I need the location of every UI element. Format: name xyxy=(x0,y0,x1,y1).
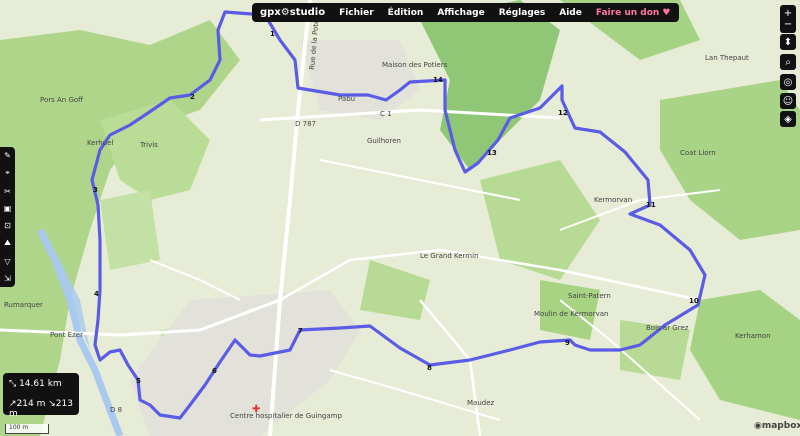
zoom-control: + − xyxy=(780,5,796,33)
elevation-down-icon: ↘ xyxy=(48,399,56,409)
place-label: Bois ar Grez xyxy=(646,324,689,332)
map-canvas[interactable]: Pors An Goff Kerhuel Trivis Rumarquer Po… xyxy=(0,0,800,436)
layers-icon[interactable]: ◈ xyxy=(780,111,796,127)
gear-icon: ⚙ xyxy=(280,7,290,18)
place-label: Kermorvan xyxy=(594,196,632,204)
place-label: Saint-Patern xyxy=(568,292,611,300)
filter-icon[interactable]: ▽ xyxy=(4,257,10,266)
waypoint-label: 1 xyxy=(270,30,275,38)
place-label: Guilhoren xyxy=(367,137,401,145)
crop-icon[interactable]: ⊡ xyxy=(4,221,11,230)
place-label: Coat Liorn xyxy=(680,149,716,157)
elevation-up-icon: ↗ xyxy=(9,399,17,409)
left-toolbar: ✎ ⌖ ✂ ▣ ⊡ ⛰ ▽ ⇲ xyxy=(0,147,15,287)
scale-bar: 100 m xyxy=(5,424,49,434)
menu-edition[interactable]: Édition xyxy=(388,8,424,18)
waypoint-label: 5 xyxy=(136,377,141,385)
waypoint-label: 8 xyxy=(427,364,432,372)
place-label: Pont Ezer xyxy=(50,331,83,339)
place-label: Maison des Potiers xyxy=(382,61,448,69)
track-stats-panel[interactable]: ⤡ 14.61 km ↗214 m ↘213 m xyxy=(3,373,79,419)
place-label: Moulin de Kermorvan xyxy=(534,310,608,318)
waypoint-label: 6 xyxy=(212,367,217,375)
street-view-icon[interactable]: ☺ xyxy=(780,93,796,109)
waypoint-label: 13 xyxy=(487,149,497,157)
distance-icon: ⤡ xyxy=(9,379,17,389)
place-label: Pors An Goff xyxy=(40,96,83,104)
place-label: Lan Thepaut xyxy=(705,54,749,62)
place-label: Kerhuel xyxy=(87,139,113,147)
place-label: Kerhamon xyxy=(735,332,771,340)
app-logo[interactable]: gpx⚙studio xyxy=(260,7,325,18)
waypoint-label: 7 xyxy=(298,327,303,335)
search-icon[interactable]: ⌕ xyxy=(780,54,796,70)
distance-value: 14.61 km xyxy=(19,379,62,389)
route-icon[interactable]: ⛰ xyxy=(4,238,11,248)
mapbox-logo[interactable]: ◉mapbox xyxy=(754,421,800,431)
waypoint-label: 4 xyxy=(94,290,99,298)
donate-button[interactable]: Faire un don ♥ xyxy=(596,8,671,18)
place-label: Rumarquer xyxy=(4,301,43,309)
cut-icon[interactable]: ✂ xyxy=(4,187,11,196)
place-label: Le Grand Kermin xyxy=(420,252,479,260)
waypoint-label: 10 xyxy=(689,297,699,305)
road-label: D 8 xyxy=(110,406,122,414)
waypoint-label: 14 xyxy=(433,76,443,84)
extract-icon[interactable]: ⇲ xyxy=(4,274,11,283)
edit-icon[interactable]: ✎ xyxy=(4,151,11,160)
zoom-out-icon[interactable]: − xyxy=(784,19,792,30)
menu-reglages[interactable]: Réglages xyxy=(499,8,546,18)
place-label: Trivis xyxy=(139,141,158,149)
waypoint-label: 2 xyxy=(190,93,195,101)
hospital-icon: ✚ xyxy=(252,404,260,415)
poi-icon[interactable]: ⌖ xyxy=(5,168,10,178)
mapbox-logo-icon: ◉ xyxy=(754,421,762,431)
road-label: C 1 xyxy=(380,110,392,118)
place-label: Centre hospitalier de Guingamp xyxy=(230,412,342,420)
menu-bar: gpx⚙studio Fichier Édition Affichage Rég… xyxy=(252,3,679,22)
elevation-up-value: 214 m xyxy=(16,399,46,409)
waypoint-label: 12 xyxy=(558,109,568,117)
compass-icon[interactable]: ⬍ xyxy=(780,34,796,50)
zoom-in-icon[interactable]: + xyxy=(784,8,792,19)
waypoint-label: 3 xyxy=(93,186,98,194)
road-label: D 787 xyxy=(295,120,316,128)
locate-icon[interactable]: ◎ xyxy=(780,74,796,90)
waypoint-label: 11 xyxy=(646,201,656,209)
menu-affichage[interactable]: Affichage xyxy=(437,8,484,18)
menu-fichier[interactable]: Fichier xyxy=(339,8,374,18)
image-icon[interactable]: ▣ xyxy=(4,204,12,213)
menu-aide[interactable]: Aide xyxy=(559,8,582,18)
waypoint-label: 9 xyxy=(565,339,570,347)
place-label: Maudez xyxy=(467,399,495,407)
place-label: Pabu xyxy=(338,95,355,103)
